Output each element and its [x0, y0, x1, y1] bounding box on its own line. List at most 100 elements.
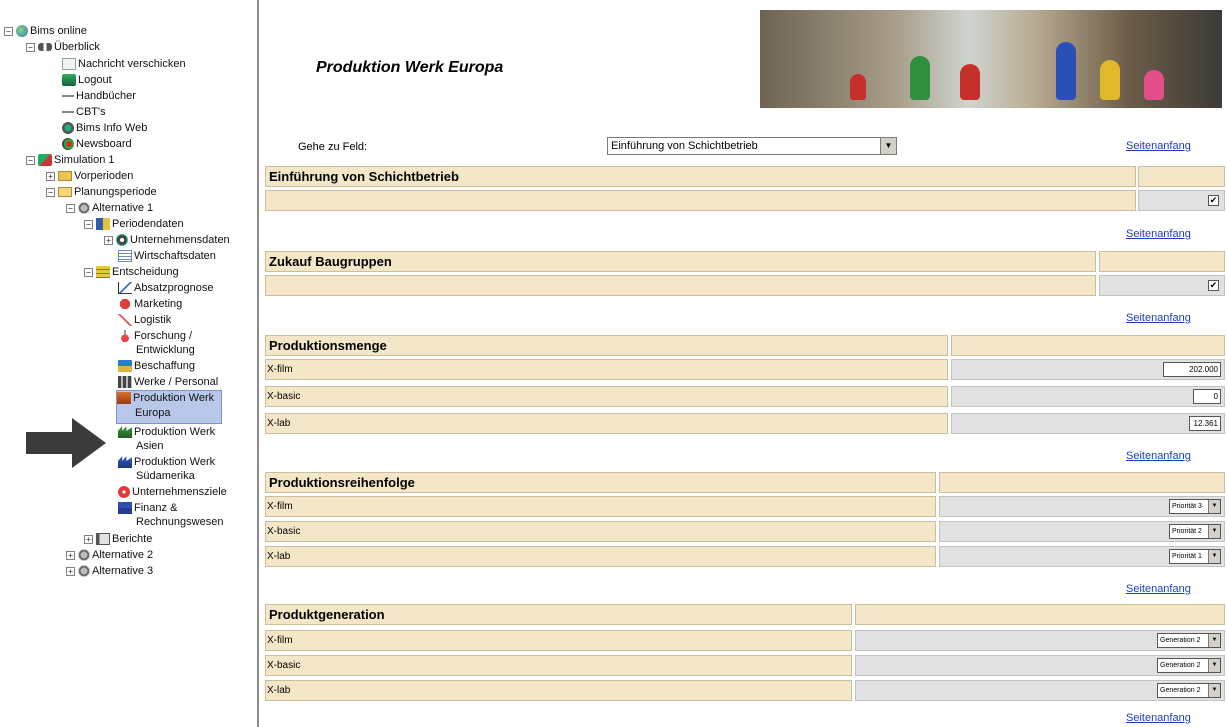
tree-item-finanz-line2[interactable]: Rechnungswesen [136, 515, 223, 529]
banner-image [760, 10, 1222, 108]
collapse-icon[interactable]: − [84, 267, 93, 277]
tree-item-wirtschaftsdaten[interactable]: Wirtschaftsdaten [118, 249, 216, 263]
tree-item-produktion-asien[interactable]: Produktion Werk [118, 425, 215, 439]
tree-item-forschung[interactable]: Forschung / [118, 329, 192, 343]
target-icon [118, 486, 130, 499]
collapse-icon[interactable]: − [26, 155, 35, 165]
chevron-down-icon[interactable]: ▼ [1208, 500, 1220, 513]
generation-value: Generation 2 [1160, 637, 1201, 644]
tree-item-beschaffung[interactable]: Beschaffung [118, 359, 195, 373]
chevron-down-icon[interactable]: ▼ [1208, 634, 1220, 647]
table-row [265, 275, 1096, 296]
tree-item-nachricht[interactable]: Nachricht verschicken [62, 57, 186, 71]
game-piece-icon [1100, 60, 1120, 100]
tree-item-info-web[interactable]: Bims Info Web [62, 121, 147, 135]
arrow-icon [62, 95, 74, 98]
generation-select[interactable]: Generation 2 ▼ [1157, 658, 1221, 673]
tree-item-logistik[interactable]: Logistik [118, 313, 171, 327]
tree-item-finanz[interactable]: Finanz & [118, 501, 177, 515]
table-cell: Priorität 1 ▼ [939, 546, 1225, 567]
tree-item-vorperioden[interactable]: + Vorperioden [46, 169, 133, 183]
schichtbetrieb-checkbox[interactable]: ✔ [1208, 195, 1219, 206]
expand-icon[interactable]: + [46, 171, 55, 181]
tree-item-planungsperiode[interactable]: − Planungsperiode [46, 185, 157, 199]
tree-item-berichte[interactable]: + Berichte [84, 532, 152, 546]
tree-item-produktion-suedamerika-line2[interactable]: Südamerika [136, 469, 195, 483]
seitenanfang-link[interactable]: Seitenanfang [1126, 583, 1191, 595]
table-cell: 202.000 [951, 359, 1225, 380]
table-row: X-basic [265, 521, 936, 542]
table-cell: Priorität 2 ▼ [939, 521, 1225, 542]
expand-icon[interactable]: + [104, 235, 113, 245]
tree-item-unternehmensziele[interactable]: Unternehmensziele [118, 485, 227, 499]
tree-item-produktion-suedamerika[interactable]: Produktion Werk [118, 455, 215, 469]
expand-icon[interactable]: + [66, 566, 75, 576]
zukauf-checkbox[interactable]: ✔ [1208, 280, 1219, 291]
tree-item-periodendaten[interactable]: − Periodendaten [84, 217, 184, 231]
game-piece-icon [1056, 42, 1076, 100]
tree-item-bims-online[interactable]: − Bims online [4, 24, 87, 38]
tree-item-simulation[interactable]: − Simulation 1 [26, 153, 115, 167]
collapse-icon[interactable]: − [66, 203, 75, 213]
priority-select[interactable]: Priorität 3 ▼ [1169, 499, 1221, 514]
collapse-icon[interactable]: − [4, 26, 13, 36]
tree-item-entscheidung[interactable]: − Entscheidung [84, 265, 179, 279]
seitenanfang-link[interactable]: Seitenanfang [1126, 712, 1191, 724]
section-header-cell [1138, 166, 1225, 187]
expand-icon[interactable]: + [84, 534, 93, 544]
tree-item-produktion-asien-line2[interactable]: Asien [136, 439, 164, 453]
generation-select[interactable]: Generation 2 ▼ [1157, 683, 1221, 698]
tree-item-forschung-line2[interactable]: Entwicklung [136, 343, 195, 357]
tree-item-marketing[interactable]: Marketing [118, 297, 182, 311]
tree-item-logout[interactable]: Logout [62, 73, 112, 87]
alternative-icon [78, 549, 90, 562]
table-row: X-basic [265, 655, 852, 676]
table-cell: Priorität 3 ▼ [939, 496, 1225, 517]
chevron-down-icon[interactable]: ▼ [880, 138, 896, 154]
collapse-icon[interactable]: − [26, 42, 35, 52]
seitenanfang-link[interactable]: Seitenanfang [1126, 312, 1191, 324]
section-header-produktgeneration: Produktgeneration [265, 604, 852, 625]
table-row: X-lab [265, 413, 948, 434]
priority-select[interactable]: Priorität 2 ▼ [1169, 524, 1221, 539]
chevron-down-icon[interactable]: ▼ [1208, 550, 1220, 563]
logout-icon [62, 74, 76, 87]
tree-item-absatzprognose[interactable]: Absatzprognose [118, 281, 214, 295]
collapse-icon[interactable]: − [46, 187, 55, 197]
priority-select[interactable]: Priorität 1 ▼ [1169, 549, 1221, 564]
quantity-input[interactable]: 0 [1193, 389, 1221, 404]
generation-select[interactable]: Generation 2 ▼ [1157, 633, 1221, 648]
tree-item-alternative-1[interactable]: − Alternative 1 [66, 201, 153, 215]
chevron-down-icon[interactable]: ▼ [1208, 659, 1220, 672]
table-cell: Generation 2 ▼ [855, 655, 1225, 676]
tree-item-handbuecher[interactable]: Handbücher [62, 89, 136, 103]
tree-item-ueberblick[interactable]: − Überblick [26, 40, 100, 54]
quantity-input[interactable]: 12.361 [1189, 416, 1221, 431]
quantity-input[interactable]: 202.000 [1163, 362, 1221, 377]
navigation-tree: − Bims online − Überblick Nachricht versch… [0, 0, 255, 727]
chevron-down-icon[interactable]: ▼ [1208, 684, 1220, 697]
tree-item-werke-personal[interactable]: Werke / Personal [118, 375, 218, 389]
table-cell: ✔ [1138, 190, 1225, 211]
collapse-icon[interactable]: − [84, 219, 93, 229]
seitenanfang-link[interactable]: Seitenanfang [1126, 450, 1191, 462]
tree-item-unternehmensdaten[interactable]: + Unternehmensdaten [104, 233, 230, 247]
seitenanfang-link[interactable]: Seitenanfang [1126, 228, 1191, 240]
table-row: X-lab [265, 546, 936, 567]
tree-item-newsboard[interactable]: Newsboard [62, 137, 132, 151]
chevron-down-icon[interactable]: ▼ [1208, 525, 1220, 538]
section-header-zukauf: Zukauf Baugruppen [265, 251, 1096, 272]
expand-icon[interactable]: + [66, 550, 75, 560]
table-row: X-lab [265, 680, 852, 701]
goto-field-select[interactable]: Einführung von Schichtbetrieb ▼ [607, 137, 897, 155]
tree-item-produktion-europa[interactable]: Produktion Werk Europa [116, 390, 222, 424]
section-header-produktionsmenge: Produktionsmenge [265, 335, 948, 356]
tree-item-alternative-2[interactable]: + Alternative 2 [66, 548, 153, 562]
seitenanfang-link[interactable]: Seitenanfang [1126, 140, 1191, 152]
table-cell: 0 [951, 386, 1225, 407]
frame-divider[interactable] [257, 0, 259, 727]
simulation-icon [38, 154, 52, 167]
tree-item-cbts[interactable]: CBT's [62, 105, 106, 119]
alternative-icon [78, 202, 90, 215]
tree-item-alternative-3[interactable]: + Alternative 3 [66, 564, 153, 578]
